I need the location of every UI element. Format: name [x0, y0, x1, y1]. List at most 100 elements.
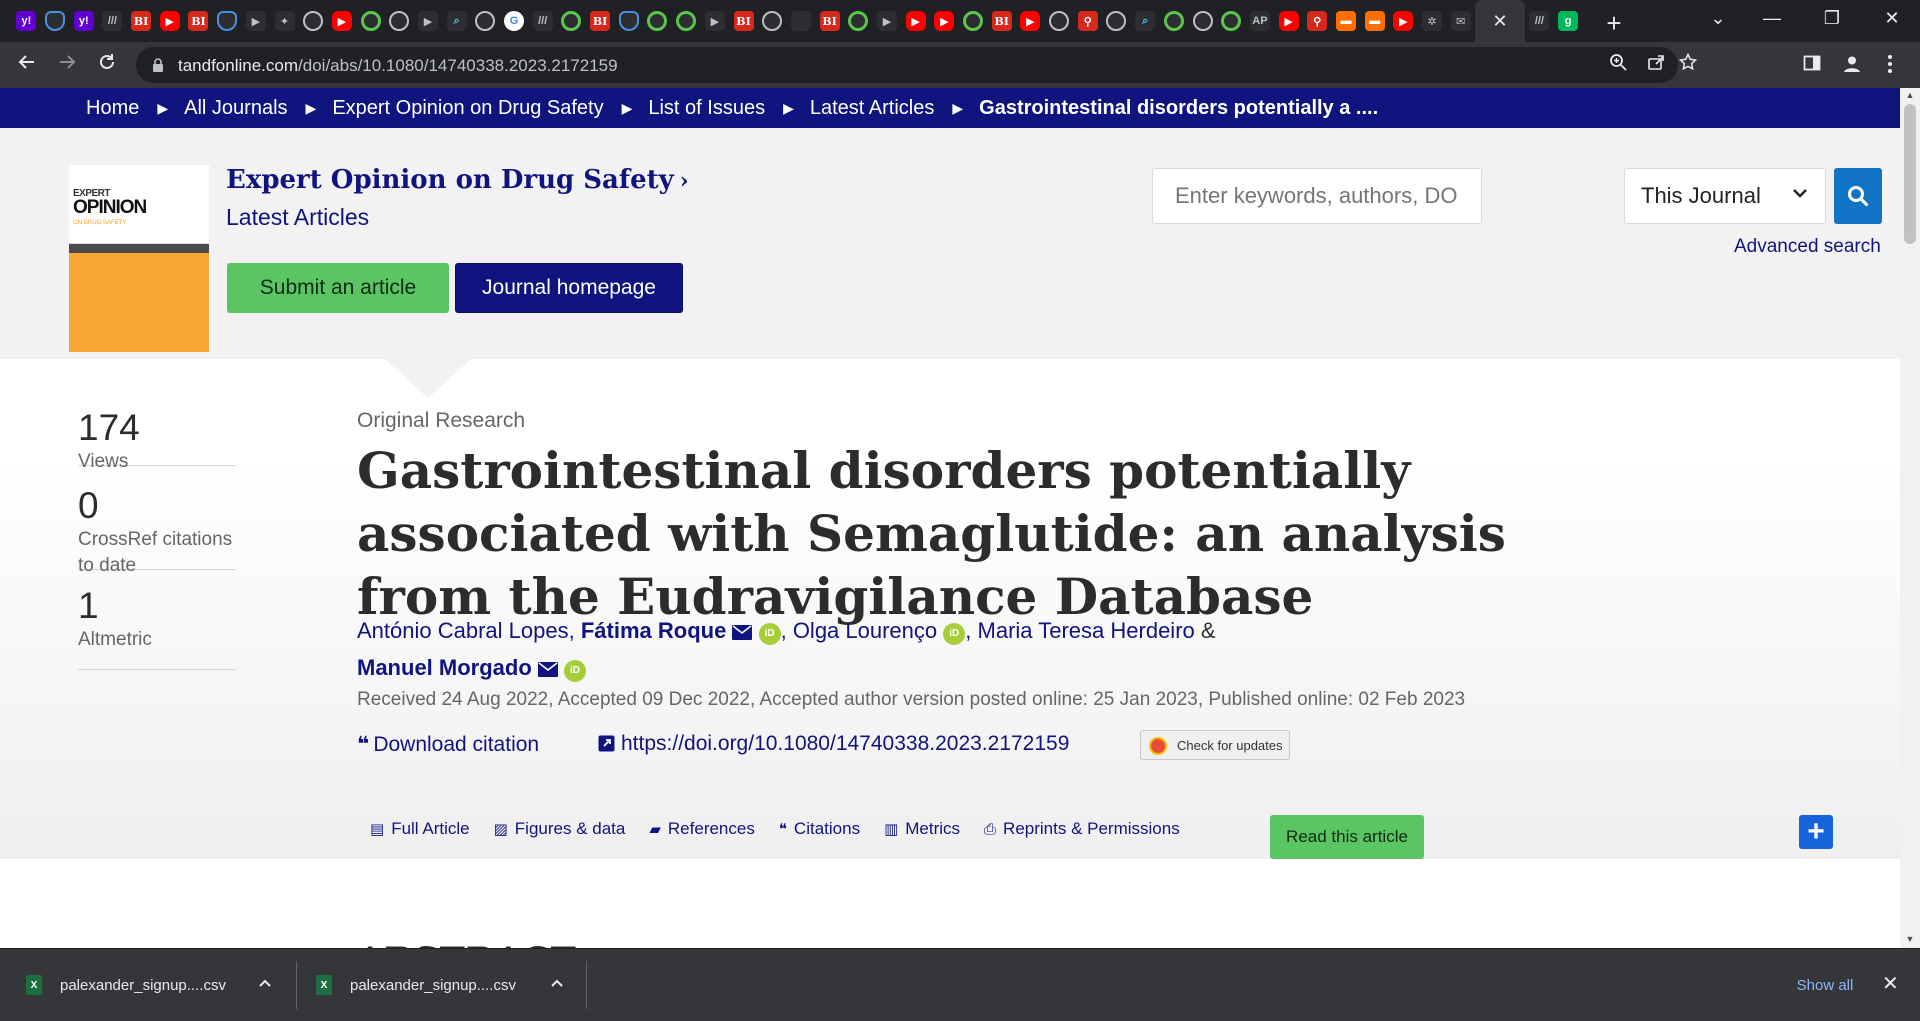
zoom-icon[interactable]	[1606, 53, 1630, 77]
browser-tab[interactable]	[471, 0, 500, 42]
share-plus-button[interactable]: +	[1799, 815, 1833, 849]
browser-tab[interactable]	[385, 0, 414, 42]
email-envelope-icon[interactable]	[537, 662, 558, 677]
metric-altmetric[interactable]: 1 Altmetric	[78, 585, 236, 670]
scroll-down-icon[interactable]: ▼	[1904, 934, 1916, 944]
browser-tab[interactable]: ⚲	[1303, 0, 1332, 42]
profile-avatar-icon[interactable]	[1840, 54, 1864, 78]
browser-tab[interactable]: y!	[69, 0, 98, 42]
browser-tab[interactable]: ▶	[701, 0, 730, 42]
share-page-icon[interactable]	[1644, 53, 1668, 77]
active-tab-close-button[interactable]: ✕	[1475, 0, 1526, 42]
submit-article-button[interactable]: Submit an article	[227, 263, 449, 313]
browser-tab[interactable]: ///	[528, 0, 557, 42]
browser-tab[interactable]	[213, 0, 242, 42]
advanced-search-link[interactable]: Advanced search	[1734, 236, 1881, 258]
browser-tab[interactable]	[356, 0, 385, 42]
close-window-button[interactable]: ✕	[1872, 8, 1912, 29]
browser-tab[interactable]	[557, 0, 586, 42]
browser-tab[interactable]	[41, 0, 70, 42]
orcid-icon[interactable]: iD	[564, 660, 587, 682]
browser-tab[interactable]: ▶	[1016, 0, 1045, 42]
browser-tab[interactable]: BI	[127, 0, 156, 42]
browser-tab[interactable]	[614, 0, 643, 42]
browser-tab[interactable]	[758, 0, 787, 42]
new-tab-button[interactable]: +	[1600, 8, 1628, 39]
browser-tab[interactable]: ▶	[242, 0, 271, 42]
author-link[interactable]: Fátima Roque	[581, 618, 726, 643]
forward-button[interactable]	[54, 52, 80, 78]
email-envelope-icon[interactable]	[732, 625, 753, 640]
search-button[interactable]	[1834, 168, 1882, 224]
download-citation-link[interactable]: ❝ Download citation	[357, 732, 539, 757]
download-item[interactable]: X palexander_signup....csv	[316, 949, 516, 1021]
tab-full-article[interactable]: ▤ Full Article	[370, 819, 470, 839]
browser-tab[interactable]: y!	[12, 0, 41, 42]
journal-title-link[interactable]: Expert Opinion on Drug Safety ›	[226, 165, 689, 195]
side-panel-icon[interactable]	[1800, 54, 1824, 78]
browser-tab[interactable]	[1217, 0, 1246, 42]
browser-tab[interactable]: ▬	[1332, 0, 1361, 42]
browser-tab[interactable]: BI	[586, 0, 615, 42]
minimize-button[interactable]: —	[1752, 8, 1792, 29]
browser-tab[interactable]	[1102, 0, 1131, 42]
orcid-icon[interactable]: iD	[943, 623, 966, 645]
breadcrumb-home[interactable]: Home	[86, 97, 139, 120]
reload-button[interactable]	[94, 52, 120, 78]
browser-tab[interactable]	[787, 0, 816, 42]
browser-tab[interactable]: ▶	[873, 0, 902, 42]
search-scope-select[interactable]: This Journal	[1624, 168, 1826, 224]
browser-tab[interactable]	[1045, 0, 1074, 42]
page-scrollbar[interactable]: ▲ ▼	[1900, 88, 1920, 948]
check-for-updates-button[interactable]: Check for updates	[1140, 730, 1290, 760]
browser-tab[interactable]: ✲	[1418, 0, 1447, 42]
browser-tab[interactable]: BI	[729, 0, 758, 42]
journal-cover-image[interactable]: EXPERT OPINION ON DRUG SAFETY	[69, 165, 209, 352]
browser-tab[interactable]: ✦	[270, 0, 299, 42]
browser-tab[interactable]: ⌕	[442, 0, 471, 42]
browser-tab[interactable]: ▬	[1360, 0, 1389, 42]
browser-tab[interactable]: ⚲	[1073, 0, 1102, 42]
tab-reprints-permissions[interactable]: ⎙ Reprints & Permissions	[984, 819, 1180, 839]
browser-tab[interactable]: ///	[98, 0, 127, 42]
doi-link[interactable]: https://doi.org/10.1080/14740338.2023.21…	[598, 732, 1069, 756]
browser-tab[interactable]: BI	[815, 0, 844, 42]
browser-tab[interactable]	[643, 0, 672, 42]
tab-references[interactable]: ▰ References	[649, 819, 754, 839]
browser-tab[interactable]: g	[1554, 0, 1583, 42]
chevron-up-icon[interactable]	[550, 975, 564, 991]
author-link[interactable]: António Cabral Lopes	[357, 618, 569, 643]
tab-citations[interactable]: ❝ Citations	[779, 819, 860, 839]
author-link[interactable]: Olga Lourenço	[793, 618, 937, 643]
restore-button[interactable]: ❐	[1812, 8, 1852, 29]
browser-tab[interactable]: ▶	[1274, 0, 1303, 42]
tab-metrics[interactable]: ▥ Metrics	[884, 819, 960, 839]
browser-tab[interactable]: ▶	[414, 0, 443, 42]
browser-tab[interactable]	[299, 0, 328, 42]
read-this-article-button[interactable]: Read this article	[1270, 815, 1424, 859]
browser-tab[interactable]: ▶	[1389, 0, 1418, 42]
download-item[interactable]: X palexander_signup....csv	[26, 949, 226, 1021]
browser-tab[interactable]: ✉	[1446, 0, 1475, 42]
breadcrumb-list-of-issues[interactable]: List of Issues	[648, 97, 765, 120]
chevron-up-icon[interactable]	[258, 975, 272, 991]
tab-search-dropdown-icon[interactable]: ⌄	[1698, 8, 1738, 29]
scroll-up-icon[interactable]: ▲	[1904, 90, 1916, 100]
show-all-downloads-button[interactable]: Show all	[1782, 963, 1868, 1007]
browser-tab[interactable]: G	[500, 0, 529, 42]
breadcrumb-latest-articles[interactable]: Latest Articles	[810, 97, 935, 120]
bookmark-star-icon[interactable]	[1676, 52, 1700, 77]
browser-menu-icon[interactable]	[1878, 54, 1902, 78]
browser-tab[interactable]: ▶	[930, 0, 959, 42]
browser-tab[interactable]	[1188, 0, 1217, 42]
author-link[interactable]: Maria Teresa Herdeiro	[978, 618, 1195, 643]
breadcrumb-all-journals[interactable]: All Journals	[184, 97, 287, 120]
search-input[interactable]	[1152, 168, 1482, 224]
browser-tab[interactable]	[672, 0, 701, 42]
browser-tab[interactable]	[959, 0, 988, 42]
browser-tab[interactable]	[1160, 0, 1189, 42]
breadcrumb-journal[interactable]: Expert Opinion on Drug Safety	[332, 97, 603, 120]
close-downloads-icon[interactable]: ✕	[1882, 971, 1899, 996]
latest-articles-link[interactable]: Latest Articles	[226, 204, 369, 231]
back-button[interactable]	[14, 52, 40, 78]
